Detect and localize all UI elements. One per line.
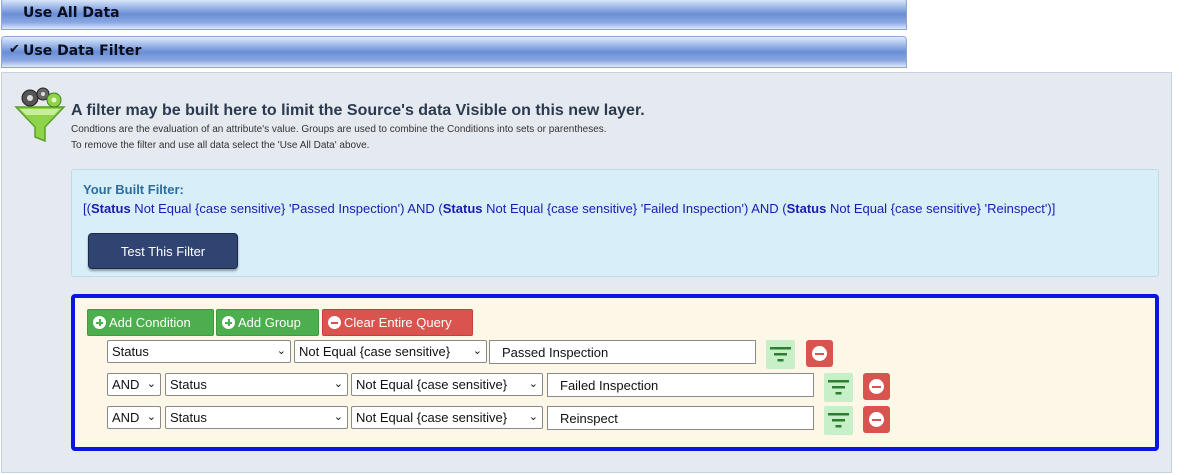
filter-text-part: [(: [83, 201, 91, 216]
add-group-label: Add Group: [238, 315, 301, 330]
add-group-button[interactable]: Add Group: [216, 309, 319, 336]
chevron-down-icon: ⌄: [146, 411, 156, 423]
minus-circle-icon: [869, 379, 884, 394]
filter-field-name: Status: [786, 201, 827, 216]
accordion-use-filter-label: Use Data Filter: [23, 43, 142, 59]
join-select-value: AND: [112, 410, 140, 425]
add-condition-label: Add Condition: [109, 315, 191, 330]
built-filter-box: Your Built Filter: [(Status Not Equal {c…: [71, 169, 1159, 277]
minus-circle-icon: [869, 412, 884, 427]
test-filter-button[interactable]: Test This Filter: [88, 233, 238, 269]
clear-query-label: Clear Entire Query: [344, 315, 452, 330]
join-select[interactable]: AND ⌄: [107, 406, 161, 429]
plus-circle-icon: [93, 316, 106, 329]
filter-field-name: Status: [90, 201, 131, 216]
filter-options-button[interactable]: [824, 373, 853, 402]
description-remove-filter: To remove the filter and use all data se…: [71, 140, 370, 151]
value-input[interactable]: Reinspect: [547, 406, 814, 430]
filter-lines-icon: [828, 380, 849, 395]
field-select[interactable]: Status ⌄: [165, 373, 348, 396]
add-condition-button[interactable]: Add Condition: [87, 309, 214, 336]
filter-field-name: Status: [442, 201, 483, 216]
field-select[interactable]: Status ⌄: [165, 406, 348, 429]
funnel-gears-icon: [14, 87, 66, 143]
filter-text-part: Not Equal {case sensitive} 'Failed Inspe…: [482, 201, 787, 216]
built-filter-label: Your Built Filter:: [83, 182, 184, 197]
description-conditions: Condtions are the evaluation of an attri…: [71, 124, 607, 135]
plus-circle-icon: [222, 316, 235, 329]
accordion-use-data-filter[interactable]: ✔ Use Data Filter: [1, 36, 907, 68]
remove-condition-button[interactable]: [806, 340, 833, 367]
operator-select-value: Not Equal {case sensitive}: [356, 410, 508, 425]
chevron-down-icon: ⌄: [276, 345, 286, 357]
chevron-down-icon: ⌄: [528, 378, 538, 390]
page-title: A filter may be built here to limit the …: [71, 102, 645, 119]
operator-select[interactable]: Not Equal {case sensitive} ⌄: [351, 373, 543, 396]
chevron-down-icon: ⌄: [472, 345, 482, 357]
join-select[interactable]: AND ⌄: [107, 373, 161, 396]
accordion-use-all-label: Use All Data: [23, 5, 120, 21]
accordion-use-all-data[interactable]: Use All Data: [1, 0, 907, 30]
clear-query-button[interactable]: Clear Entire Query: [322, 309, 473, 336]
field-select-value: Status: [112, 344, 149, 359]
query-builder: Add Condition Add Group Clear Entire Que…: [71, 294, 1159, 451]
value-input[interactable]: Passed Inspection: [489, 340, 756, 364]
operator-select[interactable]: Not Equal {case sensitive} ⌄: [294, 340, 487, 363]
built-filter-text: [(Status Not Equal {case sensitive} 'Pas…: [83, 201, 1055, 216]
field-select-value: Status: [170, 410, 207, 425]
filter-text-part: Not Equal {case sensitive} 'Reinspect')]: [826, 201, 1056, 216]
field-select-value: Status: [170, 377, 207, 392]
filter-options-button[interactable]: [766, 340, 795, 369]
remove-condition-button[interactable]: [863, 406, 890, 433]
operator-select[interactable]: Not Equal {case sensitive} ⌄: [351, 406, 543, 429]
filter-lines-icon: [828, 413, 849, 428]
chevron-down-icon: ⌄: [528, 411, 538, 423]
chevron-down-icon: ⌄: [333, 378, 343, 390]
operator-select-value: Not Equal {case sensitive}: [356, 377, 508, 392]
chevron-down-icon: ⌄: [333, 411, 343, 423]
remove-condition-button[interactable]: [863, 373, 890, 400]
field-select[interactable]: Status ⌄: [107, 340, 291, 363]
join-select-value: AND: [112, 377, 140, 392]
value-input[interactable]: Failed Inspection: [547, 373, 814, 397]
minus-circle-icon: [812, 346, 827, 361]
filter-text-part: Not Equal {case sensitive} 'Passed Inspe…: [130, 201, 443, 216]
operator-select-value: Not Equal {case sensitive}: [299, 344, 451, 359]
chevron-down-icon: ⌄: [146, 378, 156, 390]
filter-options-button[interactable]: [824, 406, 853, 435]
checkmark-icon: ✔: [9, 42, 20, 57]
minus-circle-icon: [328, 316, 341, 329]
filter-lines-icon: [770, 347, 791, 362]
filter-panel: A filter may be built here to limit the …: [1, 72, 1172, 473]
